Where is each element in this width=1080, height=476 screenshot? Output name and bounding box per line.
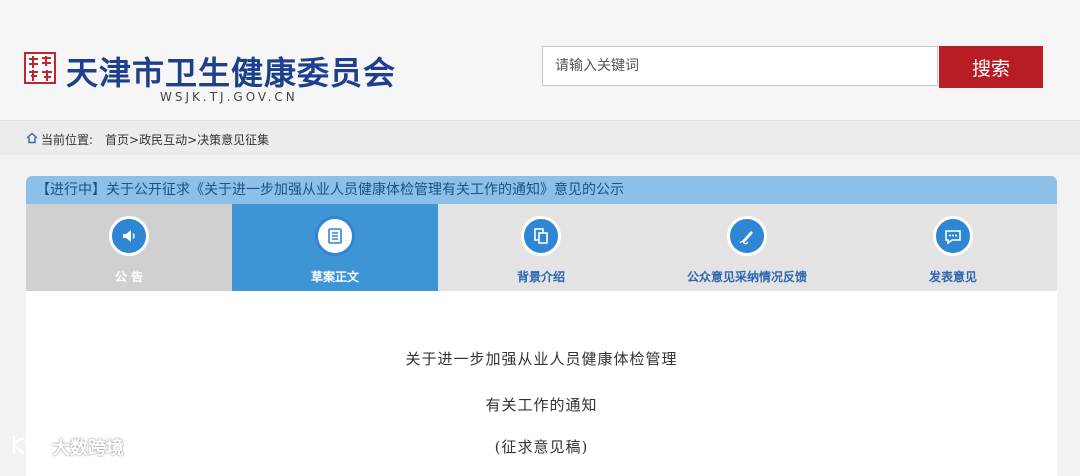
tab-bar: 公 告 草案正文 背景介绍 公众意见采纳情况反馈 发表意见 bbox=[26, 204, 1057, 291]
search-input[interactable] bbox=[542, 46, 938, 86]
tab-feedback[interactable]: 公众意见采纳情况反馈 bbox=[644, 204, 850, 291]
copy-icon bbox=[521, 216, 561, 256]
breadcrumb-item-consultation[interactable]: 决策意见征集 bbox=[197, 133, 269, 147]
tab-label: 背景介绍 bbox=[516, 270, 565, 284]
search-button[interactable]: 搜索 bbox=[939, 46, 1043, 88]
tab-draft-text[interactable]: 草案正文 bbox=[232, 204, 438, 291]
seal-logo-icon[interactable] bbox=[24, 52, 56, 84]
tab-announcement[interactable]: 公 告 bbox=[26, 204, 232, 291]
site-title[interactable]: 天津市卫生健康委员会 bbox=[66, 48, 396, 94]
tab-label: 公众意见采纳情况反馈 bbox=[686, 270, 807, 284]
watermark-text: 大数跨境 bbox=[52, 438, 124, 459]
tab-label: 草案正文 bbox=[310, 270, 359, 284]
document-icon bbox=[315, 216, 355, 256]
document-title-line-1: 关于进一步加强从业人员健康体检管理 bbox=[405, 350, 678, 368]
consultation-title: 【进行中】关于公开征求《关于进一步加强从业人员健康体检管理有关工作的通知》意见的… bbox=[26, 176, 1057, 204]
breadcrumb: 当前位置: 首页>政民互动>决策意见征集 bbox=[0, 120, 1080, 155]
tab-comment[interactable]: 发表意见 bbox=[850, 204, 1056, 291]
breadcrumb-item-interaction[interactable]: 政民互动 bbox=[139, 133, 187, 147]
tab-background[interactable]: 背景介绍 bbox=[438, 204, 644, 291]
site-header: 天津市卫生健康委员会 WSJK.TJ.GOV.CN 搜索 bbox=[0, 0, 1080, 120]
tab-label: 公 告 bbox=[114, 270, 144, 284]
consultation-card: 【进行中】关于公开征求《关于进一步加强从业人员健康体检管理有关工作的通知》意见的… bbox=[26, 176, 1057, 476]
watermark: 大数跨境 bbox=[8, 430, 148, 460]
site-domain: WSJK.TJ.GOV.CN bbox=[160, 90, 298, 104]
breadcrumb-label: 当前位置: bbox=[41, 133, 94, 147]
watermark-logo-icon bbox=[12, 436, 45, 455]
tab-label: 发表意见 bbox=[928, 270, 977, 284]
pen-icon bbox=[727, 216, 767, 256]
home-icon bbox=[26, 132, 38, 144]
document-subtitle: (征求意见稿) bbox=[494, 438, 589, 456]
breadcrumb-separator: > bbox=[187, 133, 198, 147]
breadcrumb-separator: > bbox=[129, 133, 140, 147]
document-title-line-2: 有关工作的通知 bbox=[485, 396, 598, 414]
breadcrumb-path: 首页>政民互动>决策意见征集 bbox=[105, 131, 269, 148]
chat-icon bbox=[933, 216, 973, 256]
breadcrumb-item-home[interactable]: 首页 bbox=[105, 133, 129, 147]
speaker-icon bbox=[109, 216, 149, 256]
